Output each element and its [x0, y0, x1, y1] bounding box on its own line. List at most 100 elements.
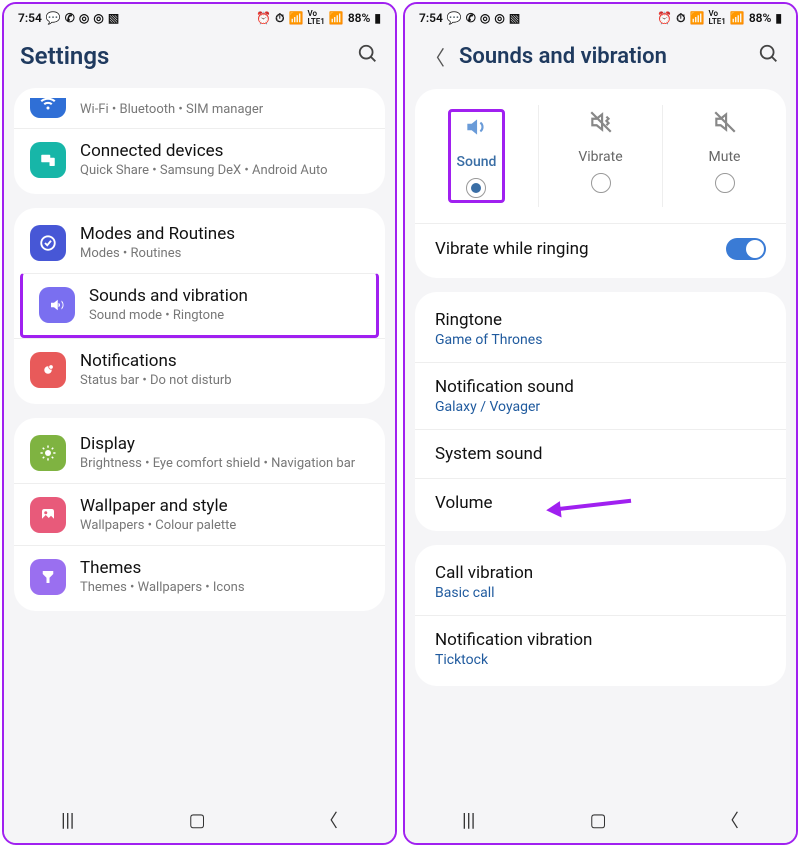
- alarm-icon: ⏱: [275, 11, 284, 26]
- status-time: 7:54: [419, 11, 443, 25]
- setting-title: Notification sound: [435, 377, 574, 397]
- setting-notification-sound[interactable]: Notification sound Galaxy / Voyager: [415, 362, 786, 429]
- radio-sound[interactable]: [466, 178, 486, 198]
- row-subtitle: Themes • Wallpapers • Icons: [80, 580, 369, 595]
- settings-item-sounds-vibration[interactable]: Sounds and vibration Sound mode • Ringto…: [20, 273, 379, 338]
- mode-vibrate[interactable]: Vibrate: [539, 105, 663, 207]
- row-title: Display: [80, 434, 369, 454]
- row-subtitle: Wi-Fi • Bluetooth • SIM manager: [80, 102, 369, 117]
- row-subtitle: Sound mode • Ringtone: [89, 308, 360, 323]
- back-button[interactable]: 〈: [421, 42, 449, 71]
- setting-title: Vibrate while ringing: [435, 239, 589, 259]
- status-bar: 7:54 💬 ✆ ◎ ◎ ▧ ⏰ ⏱ 📶 VoLTE1 📶 88% ▮: [4, 4, 395, 28]
- nav-recent[interactable]: |||: [462, 810, 475, 831]
- setting-notification-vibration[interactable]: Notification vibration Ticktock: [415, 615, 786, 682]
- setting-volume[interactable]: Volume: [415, 478, 786, 527]
- image-icon: [30, 497, 66, 533]
- setting-subtitle: Ticktock: [435, 652, 592, 668]
- instagram-icon: ◎: [93, 11, 103, 25]
- whatsapp-icon: ✆: [65, 11, 75, 25]
- wifi-icon: [30, 98, 66, 118]
- signal-icon: 📶: [329, 11, 344, 25]
- instagram-icon: ◎: [494, 11, 504, 25]
- battery-icon: ▮: [374, 11, 381, 25]
- card-sounds: Ringtone Game of Thrones Notification so…: [415, 292, 786, 531]
- battery-text: 88%: [749, 11, 772, 25]
- row-title: Connected devices: [80, 141, 369, 161]
- row-title: Modes and Routines: [80, 224, 369, 244]
- nav-back[interactable]: 〈: [721, 807, 739, 833]
- chat-icon: 💬: [447, 11, 462, 25]
- card-display: Display Brightness • Eye comfort shield …: [14, 418, 385, 611]
- header: Settings: [4, 28, 395, 88]
- setting-vibrate-while-ringing[interactable]: Vibrate while ringing: [415, 223, 786, 274]
- whatsapp-icon: ✆: [466, 11, 476, 25]
- setting-title: Notification vibration: [435, 630, 592, 650]
- mode-label: Mute: [709, 149, 741, 165]
- theme-icon: [30, 559, 66, 595]
- radio-vibrate[interactable]: [591, 173, 611, 193]
- settings-list: Wi-Fi • Bluetooth • SIM manager Connecte…: [4, 88, 395, 795]
- row-title: Themes: [80, 558, 369, 578]
- radio-mute[interactable]: [715, 173, 735, 193]
- nav-home[interactable]: ▢: [189, 810, 206, 831]
- alarm-icon: ⏰: [657, 11, 672, 25]
- chat-icon: 💬: [46, 11, 61, 25]
- wifi-icon: 📶: [690, 11, 705, 25]
- mode-label: Sound: [457, 154, 497, 170]
- search-icon[interactable]: [758, 43, 780, 70]
- sun-icon: [30, 435, 66, 471]
- setting-title: Volume: [435, 493, 493, 513]
- settings-item-connected-devices[interactable]: Connected devices Quick Share • Samsung …: [14, 128, 385, 190]
- nav-back[interactable]: 〈: [320, 807, 338, 833]
- instagram-icon: ◎: [79, 11, 89, 25]
- battery-text: 88%: [348, 11, 371, 25]
- mute-icon: [712, 109, 738, 141]
- setting-title: Call vibration: [435, 563, 533, 583]
- row-title: Sounds and vibration: [89, 286, 360, 306]
- setting-subtitle: Galaxy / Voyager: [435, 399, 574, 415]
- phone-left: 7:54 💬 ✆ ◎ ◎ ▧ ⏰ ⏱ 📶 VoLTE1 📶 88% ▮ Sett…: [2, 2, 397, 845]
- row-subtitle: Wallpapers • Colour palette: [80, 518, 369, 533]
- setting-call-vibration[interactable]: Call vibration Basic call: [415, 549, 786, 615]
- nav-home[interactable]: ▢: [590, 810, 607, 831]
- mode-sound[interactable]: Sound: [415, 105, 539, 207]
- setting-ringtone[interactable]: Ringtone Game of Thrones: [415, 296, 786, 362]
- setting-subtitle: Basic call: [435, 585, 533, 601]
- settings-item-wallpaper[interactable]: Wallpaper and style Wallpapers • Colour …: [14, 483, 385, 545]
- setting-title: Ringtone: [435, 310, 542, 330]
- notification-icon: [30, 352, 66, 388]
- wifi-icon: 📶: [289, 11, 304, 25]
- devices-icon: [30, 142, 66, 178]
- sound-icon: [39, 287, 75, 323]
- row-title: Notifications: [80, 351, 369, 371]
- settings-item-themes[interactable]: Themes Themes • Wallpapers • Icons: [14, 545, 385, 607]
- page-title: Settings: [20, 42, 347, 70]
- card-vibration: Call vibration Basic call Notification v…: [415, 545, 786, 686]
- row-subtitle: Status bar • Do not disturb: [80, 373, 369, 388]
- alarm-icon: ⏰: [256, 11, 271, 25]
- nav-bar: ||| ▢ 〈: [405, 795, 796, 843]
- mode-mute[interactable]: Mute: [663, 105, 786, 207]
- status-time: 7:54: [18, 11, 42, 25]
- nav-recent[interactable]: |||: [61, 810, 74, 831]
- instagram-icon: ◎: [480, 11, 490, 25]
- setting-title: System sound: [435, 444, 542, 464]
- search-icon[interactable]: [357, 43, 379, 70]
- row-subtitle: Modes • Routines: [80, 246, 369, 261]
- settings-item-display[interactable]: Display Brightness • Eye comfort shield …: [14, 422, 385, 483]
- phone-right: 7:54 💬 ✆ ◎ ◎ ▧ ⏰ ⏱ 📶 VoLTE1 📶 88% ▮ 〈 So…: [403, 2, 798, 845]
- toggle-vibrate-ringing[interactable]: [726, 238, 766, 260]
- card-modes: Modes and Routines Modes • Routines Soun…: [14, 208, 385, 404]
- check-icon: [30, 225, 66, 261]
- settings-item-notifications[interactable]: Notifications Status bar • Do not distur…: [14, 338, 385, 400]
- setting-system-sound[interactable]: System sound: [415, 429, 786, 478]
- settings-item-connections-partial[interactable]: Wi-Fi • Bluetooth • SIM manager: [14, 92, 385, 128]
- volte-icon: VoLTE1: [307, 10, 324, 26]
- settings-item-modes-routines[interactable]: Modes and Routines Modes • Routines: [14, 212, 385, 273]
- image-icon: ▧: [108, 11, 119, 25]
- page-title: Sounds and vibration: [459, 44, 748, 69]
- card-connections: Wi-Fi • Bluetooth • SIM manager Connecte…: [14, 88, 385, 194]
- sounds-content: Sound Vibrate Mute: [405, 89, 796, 795]
- status-bar: 7:54 💬 ✆ ◎ ◎ ▧ ⏰ ⏱ 📶 VoLTE1 📶 88% ▮: [405, 4, 796, 28]
